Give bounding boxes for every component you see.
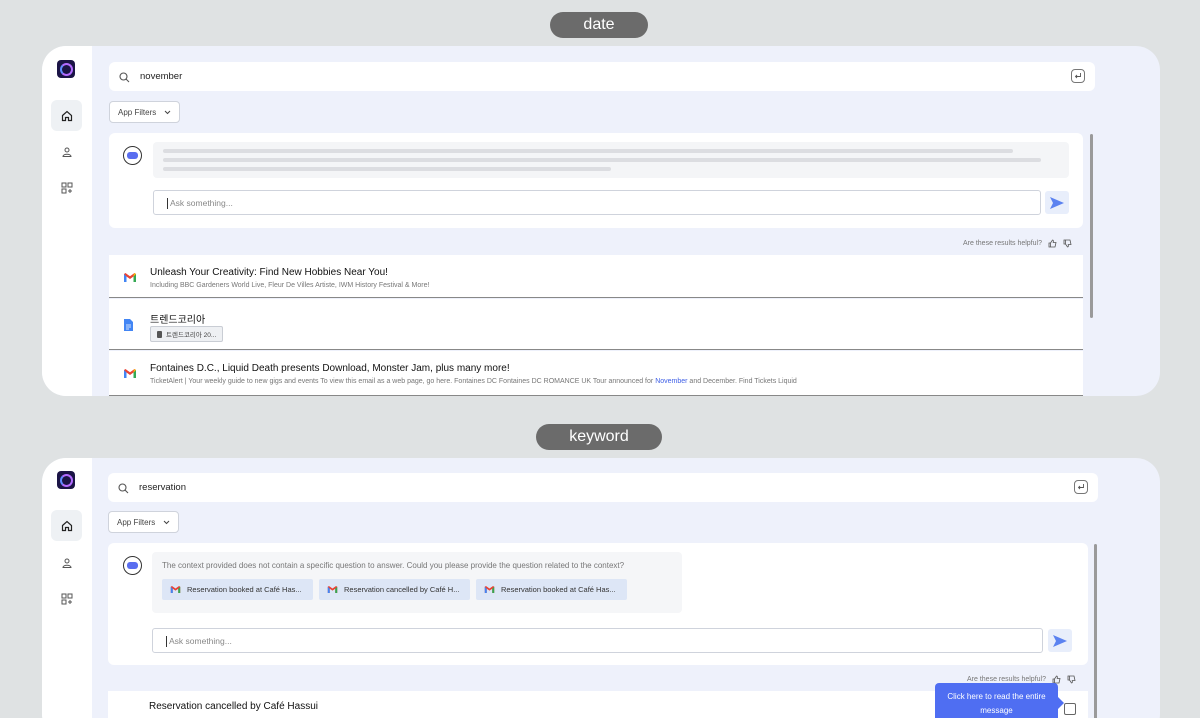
section-label-date: date — [550, 12, 648, 38]
snippet-text: TicketAlert | Your weekly guide to new g… — [150, 378, 656, 385]
answer-text: The context provided does not contain a … — [162, 561, 625, 570]
user-icon[interactable] — [51, 136, 82, 167]
home-icon[interactable] — [51, 100, 82, 131]
add-apps-icon[interactable] — [51, 172, 82, 203]
app-logo[interactable] — [57, 471, 75, 489]
app-filters-dropdown[interactable]: App Filters — [109, 101, 181, 123]
read-message-tooltip: Click here to read the entire message — [935, 683, 1064, 718]
result-title: 트렌드코리아 — [150, 315, 206, 326]
result-snippet: Including BBC Gardeners World Live, Fleu… — [150, 282, 430, 289]
app-window-keyword: reservation App Filters The context prov… — [42, 458, 1160, 718]
scrollbar[interactable] — [1094, 544, 1097, 718]
source-chip-label: Reservation booked at Café Has... — [501, 585, 616, 594]
app-logo[interactable] — [57, 60, 75, 78]
search-icon — [118, 481, 129, 499]
feedback-question: Are these results helpful? — [967, 676, 1046, 683]
attachment-chip[interactable]: 트렌드코리아 20... — [150, 326, 224, 342]
home-icon[interactable] — [51, 510, 82, 541]
ask-placeholder: Ask something... — [169, 635, 232, 646]
result-title: Reservation cancelled by Café Hassui — [149, 701, 318, 712]
ask-placeholder: Ask something... — [170, 197, 233, 208]
feedback-question: Are these results helpful? — [963, 240, 1042, 247]
ask-input[interactable]: Ask something... — [152, 628, 1043, 653]
search-icon — [119, 70, 130, 88]
tooltip-text: Click here to read the entire message — [947, 692, 1046, 715]
source-chip[interactable]: Reservation cancelled by Café H... — [319, 579, 470, 600]
results-feedback: Are these results helpful? — [963, 239, 1072, 248]
gmail-icon — [170, 585, 181, 594]
bot-avatar-icon — [123, 146, 142, 165]
loading-skeleton — [153, 142, 1069, 178]
source-chip-label: Reservation cancelled by Café H... — [344, 585, 460, 594]
scrollbar[interactable] — [1090, 134, 1093, 318]
expand-icon[interactable] — [1064, 703, 1076, 715]
app-window-date: november App Filters Ask something... Ar… — [42, 46, 1160, 396]
enter-icon[interactable] — [1074, 480, 1088, 494]
result-title: Fontaines D.C., Liquid Death presents Do… — [150, 363, 510, 374]
snippet-text: and December. Find Tickets Liquid — [687, 378, 797, 385]
chevron-down-icon — [164, 110, 171, 114]
bot-avatar-icon — [123, 556, 142, 575]
chat-panel: The context provided does not contain a … — [108, 543, 1088, 665]
enter-icon[interactable] — [1071, 69, 1085, 83]
app-filters-dropdown[interactable]: App Filters — [108, 511, 180, 533]
sidebar — [42, 458, 92, 718]
source-chip[interactable]: Reservation booked at Café Has... — [162, 579, 313, 600]
answer-bubble: The context provided does not contain a … — [152, 552, 682, 613]
chat-panel: Ask something... — [109, 133, 1083, 228]
send-icon — [1050, 196, 1064, 209]
app-filters-label: App Filters — [117, 517, 156, 527]
result-item[interactable]: Unleash Your Creativity: Find New Hobbie… — [109, 255, 1083, 298]
google-docs-icon — [123, 318, 134, 337]
send-icon — [1053, 634, 1067, 647]
send-button[interactable] — [1048, 629, 1072, 652]
result-item[interactable]: 트렌드코리아 트렌드코리아 20... — [109, 299, 1083, 350]
search-bar[interactable]: reservation — [108, 473, 1098, 502]
gmail-icon — [123, 366, 137, 384]
chevron-down-icon — [163, 520, 170, 524]
user-icon[interactable] — [51, 547, 82, 578]
ask-input[interactable]: Ask something... — [153, 190, 1041, 215]
sidebar — [42, 46, 92, 396]
result-title: Unleash Your Creativity: Find New Hobbie… — [150, 267, 388, 278]
search-input[interactable]: november — [140, 71, 182, 82]
gmail-icon — [484, 585, 495, 594]
add-apps-icon[interactable] — [51, 583, 82, 614]
thumbs-down-icon[interactable] — [1067, 675, 1076, 684]
source-chip[interactable]: Reservation booked at Café Has... — [476, 579, 627, 600]
send-button[interactable] — [1045, 191, 1069, 214]
search-input[interactable]: reservation — [139, 482, 186, 493]
thumbs-up-icon[interactable] — [1048, 239, 1057, 248]
thumbs-down-icon[interactable] — [1063, 239, 1072, 248]
gmail-icon — [327, 585, 338, 594]
source-chip-label: Reservation booked at Café Has... — [187, 585, 302, 594]
section-label-keyword: keyword — [536, 424, 662, 450]
app-filters-label: App Filters — [118, 107, 157, 117]
gmail-icon — [123, 270, 137, 288]
search-bar[interactable]: november — [109, 62, 1095, 91]
result-snippet: TicketAlert | Your weekly guide to new g… — [150, 378, 797, 385]
snippet-highlight: November — [655, 378, 688, 385]
result-item[interactable]: Fontaines D.C., Liquid Death presents Do… — [109, 351, 1083, 396]
